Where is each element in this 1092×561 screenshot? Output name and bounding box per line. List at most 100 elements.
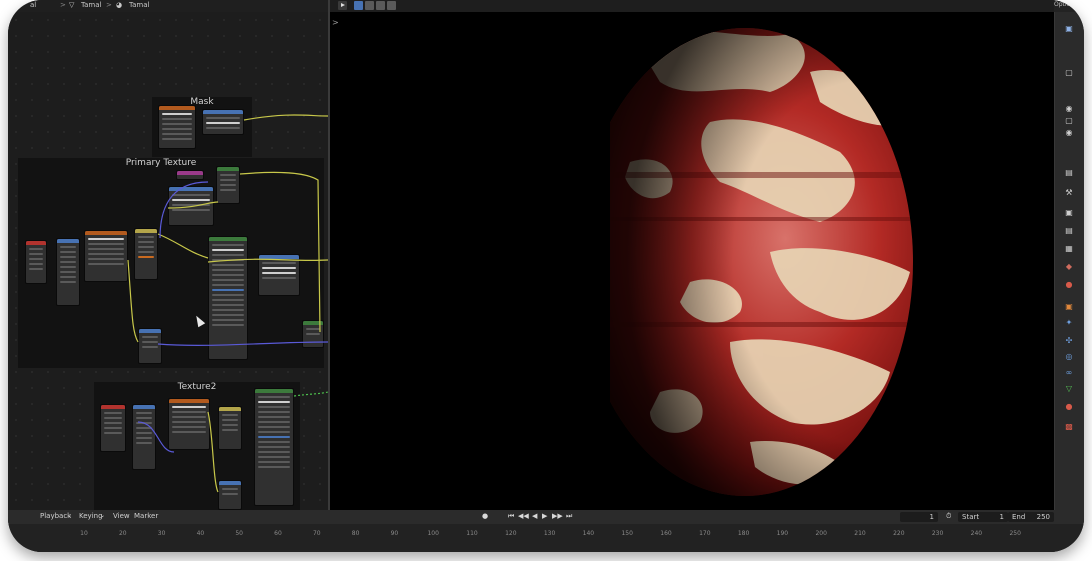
jump-start-icon[interactable]: ⏮ bbox=[508, 512, 514, 521]
current-frame-field[interactable]: 1 bbox=[900, 512, 938, 522]
node-frame-texture2[interactable]: Texture2 bbox=[94, 382, 300, 510]
particles-icon[interactable]: ✣ bbox=[1063, 336, 1075, 346]
jump-end-icon[interactable]: ⏭ bbox=[566, 512, 572, 521]
timeline-tick: 20 bbox=[118, 530, 127, 537]
start-value: 1 bbox=[999, 513, 1004, 521]
timeline-tick: 210 bbox=[854, 530, 866, 537]
texture-icon[interactable]: ▩ bbox=[1063, 422, 1075, 432]
timeline-tick: 10 bbox=[80, 530, 88, 537]
material-icon: ◕ bbox=[116, 1, 123, 9]
timeline-tick: 140 bbox=[582, 530, 595, 537]
node[interactable] bbox=[218, 406, 242, 450]
blender-window: al > ▽ Tamal > ◕ Tamal Option Mask Prima… bbox=[8, 0, 1084, 552]
object-icon: ▽ bbox=[69, 1, 75, 9]
node-frame-mask[interactable]: Mask bbox=[152, 97, 252, 157]
select-mode-icon[interactable] bbox=[354, 1, 363, 10]
end-label: End bbox=[1012, 513, 1026, 521]
timeline-tick: 30 bbox=[157, 530, 166, 537]
breadcrumb-item-2[interactable]: Tamal bbox=[81, 1, 101, 9]
properties-panel-tabs: ▣ ▢ ◉ ▢ ◉ ▤ ⚒ ▣ ▤ ▦ ◆ ● ▣ ✦ ✣ ◎ ∞ ▽ ● ▩ bbox=[1054, 12, 1084, 510]
render-icon[interactable]: ▣ bbox=[1063, 208, 1075, 218]
timeline-tick: 180 bbox=[737, 530, 750, 537]
timeline-tick: 250 bbox=[1009, 530, 1021, 537]
planet-render bbox=[570, 12, 913, 510]
jump-keyframe-forward-icon[interactable]: ▶▶ bbox=[552, 512, 563, 520]
options-label[interactable]: Option bbox=[1054, 1, 1074, 8]
timeline-ruler[interactable]: 10 20 30 40 50 60 70 80 90 100 110 120 130 140 150 160 1… bbox=[8, 524, 1084, 552]
constraints-icon[interactable]: ∞ bbox=[1063, 368, 1075, 378]
tool-settings-icon[interactable]: ⚒ bbox=[1063, 188, 1075, 198]
play-icon[interactable]: ▶ bbox=[542, 512, 547, 520]
breadcrumb-separator-2: > bbox=[106, 1, 112, 9]
timeline-editor[interactable]: Playback ⌄ Keying ⌄ View Marker ● ⏮ ◀◀ ◀… bbox=[8, 510, 1084, 552]
node[interactable] bbox=[302, 320, 324, 348]
frame-label: Primary Texture bbox=[125, 158, 197, 168]
record-icon[interactable]: ● bbox=[482, 512, 488, 520]
camera-restrict-icon[interactable]: ▢ bbox=[1063, 116, 1075, 126]
start-frame-field[interactable]: Start 1 bbox=[958, 512, 1008, 522]
node[interactable] bbox=[258, 254, 300, 296]
visibility-icon[interactable]: ◉ bbox=[1063, 128, 1075, 138]
jump-keyframe-back-icon[interactable]: ◀◀ bbox=[518, 512, 529, 520]
view-icon[interactable]: ▢ bbox=[1063, 68, 1075, 78]
menu-keying[interactable]: Keying bbox=[79, 512, 103, 520]
timeline-tick: 190 bbox=[776, 530, 789, 537]
object-icon[interactable]: ▣ bbox=[1063, 302, 1075, 312]
timeline-tick: 100 bbox=[427, 530, 439, 537]
timeline-tick: 150 bbox=[621, 530, 633, 537]
output-icon[interactable]: ▤ bbox=[1063, 226, 1075, 236]
node[interactable] bbox=[168, 398, 210, 450]
world-icon[interactable]: ● bbox=[1063, 280, 1075, 290]
breadcrumb-item-1[interactable]: al bbox=[30, 1, 36, 9]
node[interactable] bbox=[202, 109, 244, 135]
node[interactable] bbox=[56, 238, 80, 306]
menu-view[interactable]: View bbox=[113, 512, 130, 520]
tool-icon[interactable]: ▤ bbox=[1063, 168, 1075, 178]
scene-icon[interactable]: ◆ bbox=[1063, 262, 1075, 272]
mode-icon-4[interactable] bbox=[387, 1, 396, 10]
node[interactable] bbox=[168, 186, 214, 226]
camera-icon[interactable]: ▣ bbox=[1063, 24, 1075, 34]
data-icon[interactable]: ▽ bbox=[1063, 384, 1075, 394]
chevron-down-icon: ⌄ bbox=[67, 512, 73, 519]
timeline-tick: 200 bbox=[815, 530, 827, 537]
node[interactable] bbox=[132, 404, 156, 470]
mode-icon-2[interactable] bbox=[365, 1, 374, 10]
node[interactable] bbox=[216, 166, 240, 204]
menu-marker[interactable]: Marker bbox=[134, 512, 158, 520]
breadcrumb-item-3[interactable]: Tamal bbox=[129, 1, 149, 9]
render-restrict-icon[interactable]: ◉ bbox=[1063, 104, 1075, 114]
physics-icon[interactable]: ◎ bbox=[1063, 352, 1075, 362]
timeline-tick: 170 bbox=[699, 530, 711, 537]
timeline-tick: 60 bbox=[274, 530, 282, 537]
node[interactable] bbox=[138, 328, 162, 364]
viewport-header bbox=[330, 0, 1054, 12]
node-frame-primary-texture[interactable]: Primary Texture bbox=[18, 158, 324, 368]
timeline-tick: 130 bbox=[543, 530, 556, 537]
principled-bsdf-node[interactable] bbox=[208, 236, 248, 360]
play-reverse-icon[interactable]: ◀ bbox=[532, 512, 537, 520]
node[interactable] bbox=[100, 404, 126, 452]
chevron-down-icon: ⌄ bbox=[100, 512, 106, 519]
timeline-tick: 40 bbox=[196, 530, 205, 537]
node[interactable] bbox=[134, 228, 158, 280]
timeline-tick: 70 bbox=[312, 530, 321, 537]
node[interactable] bbox=[176, 170, 204, 180]
material-icon[interactable]: ● bbox=[1063, 402, 1075, 412]
timeline-tick: 110 bbox=[466, 530, 478, 537]
3d-viewport[interactable]: > bbox=[330, 12, 1054, 510]
clock-icon[interactable]: ⏱ bbox=[946, 512, 951, 521]
modifier-icon[interactable]: ✦ bbox=[1063, 318, 1075, 328]
principled-bsdf-node[interactable] bbox=[254, 388, 294, 506]
node[interactable] bbox=[218, 480, 242, 510]
node[interactable] bbox=[84, 230, 128, 282]
shader-node-editor[interactable]: Mask Primary Texture Texture2 bbox=[8, 12, 328, 510]
view-layer-icon[interactable]: ▦ bbox=[1063, 244, 1075, 254]
mode-icon-3[interactable] bbox=[376, 1, 385, 10]
node[interactable] bbox=[158, 105, 196, 149]
timeline-tick: 230 bbox=[931, 530, 944, 537]
node[interactable] bbox=[25, 240, 47, 284]
timeline-tick: 90 bbox=[390, 530, 399, 537]
end-frame-field[interactable]: End 250 bbox=[1008, 512, 1054, 522]
play-icon[interactable] bbox=[338, 1, 347, 10]
